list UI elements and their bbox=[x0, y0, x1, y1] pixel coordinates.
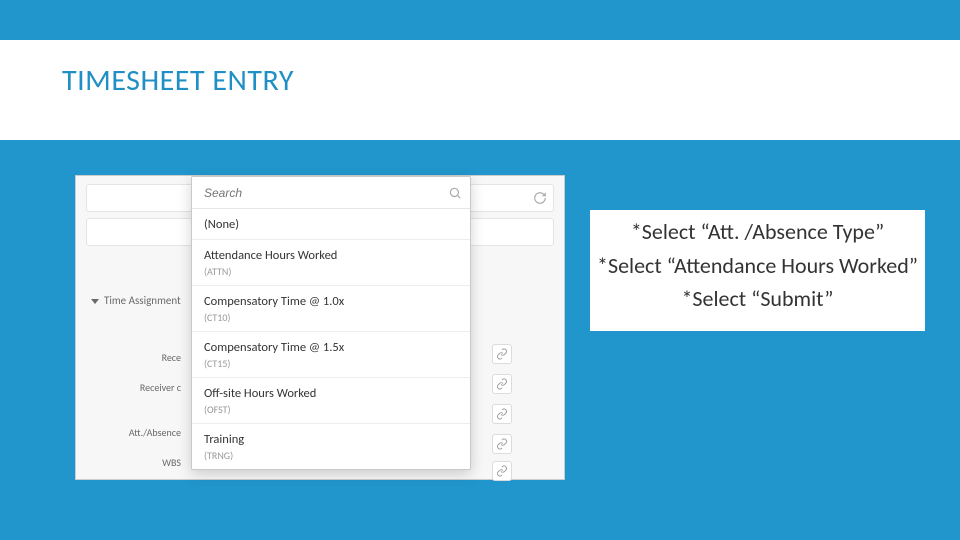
option-code: (CT10) bbox=[204, 311, 458, 324]
link-button[interactable] bbox=[492, 404, 512, 424]
link-icon bbox=[496, 378, 508, 390]
section-label-text: Time Assignment bbox=[104, 294, 181, 307]
field-label: Att./Absence bbox=[101, 426, 181, 439]
option-code: (OFST) bbox=[204, 403, 458, 416]
refresh-icon bbox=[533, 191, 547, 205]
instruction-panel: *Select “Att. /Absence Type” *Select “At… bbox=[590, 210, 925, 331]
field-label: WBS bbox=[101, 456, 181, 469]
option-code: (TRNG) bbox=[204, 449, 458, 462]
option-code: (CT15) bbox=[204, 357, 458, 370]
link-button[interactable] bbox=[492, 434, 512, 454]
dropdown-option-attn[interactable]: Attendance Hours Worked (ATTN) bbox=[192, 240, 470, 286]
option-label: Compensatory Time @ 1.5x bbox=[204, 340, 458, 355]
link-icon bbox=[496, 408, 508, 420]
dropdown-option-trng[interactable]: Training (TRNG) bbox=[192, 424, 470, 469]
section-header: Time Assignment bbox=[91, 294, 181, 307]
chevron-down-icon bbox=[91, 299, 99, 304]
option-label: Compensatory Time @ 1.0x bbox=[204, 294, 458, 309]
option-label: Off-site Hours Worked bbox=[204, 386, 458, 401]
search-input[interactable] bbox=[192, 177, 470, 208]
link-button[interactable] bbox=[492, 461, 512, 481]
field-label: Receiver c bbox=[101, 381, 181, 394]
page-title: TIMESHEET ENTRY bbox=[62, 62, 294, 99]
link-icon bbox=[496, 348, 508, 360]
title-band: TIMESHEET ENTRY bbox=[0, 40, 960, 140]
attendance-type-dropdown: (None) Attendance Hours Worked (ATTN) Co… bbox=[191, 176, 471, 470]
instruction-line: *Select “Att. /Absence Type” bbox=[590, 218, 925, 246]
field-label: Rece bbox=[101, 351, 181, 364]
link-icon bbox=[496, 438, 508, 450]
option-label: Training bbox=[204, 432, 458, 447]
link-button[interactable] bbox=[492, 344, 512, 364]
app-screenshot: Time Assignment Rece Receiver c Att./Abs… bbox=[75, 175, 565, 480]
search-icon bbox=[448, 186, 462, 200]
dropdown-option-ct10[interactable]: Compensatory Time @ 1.0x (CT10) bbox=[192, 286, 470, 332]
dropdown-search-row bbox=[192, 177, 470, 209]
dropdown-option-ofst[interactable]: Off-site Hours Worked (OFST) bbox=[192, 378, 470, 424]
link-icon bbox=[496, 465, 508, 477]
dropdown-option-ct15[interactable]: Compensatory Time @ 1.5x (CT15) bbox=[192, 332, 470, 378]
instruction-line: *Select “Attendance Hours Worked” bbox=[590, 252, 925, 280]
option-label: Attendance Hours Worked bbox=[204, 248, 458, 263]
instruction-line: *Select “Submit” bbox=[590, 285, 925, 313]
link-button[interactable] bbox=[492, 374, 512, 394]
dropdown-option-none[interactable]: (None) bbox=[192, 209, 470, 240]
option-code: (ATTN) bbox=[204, 265, 458, 278]
option-label: (None) bbox=[204, 217, 458, 232]
